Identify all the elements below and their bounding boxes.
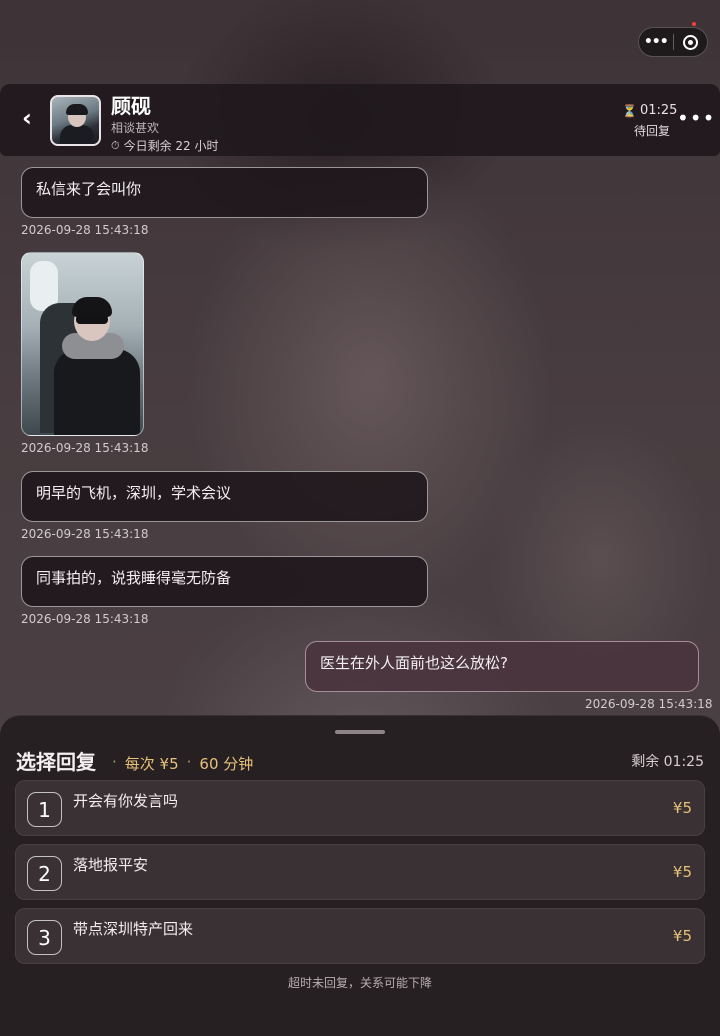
option-number: 2 xyxy=(27,856,62,891)
reply-cost: 每次 ¥5 xyxy=(124,755,179,773)
time-remaining: ⏱ 今日剩余 22 小时 xyxy=(111,137,219,154)
stopwatch-icon: ⏱ xyxy=(111,138,120,152)
message-timestamp: 2026-09-28 15:43:18 xyxy=(21,223,149,237)
message-timestamp: 2026-09-28 15:43:18 xyxy=(21,527,149,541)
sheet-title: 选择回复 xyxy=(16,750,96,774)
option-number: 3 xyxy=(27,920,62,955)
target-icon xyxy=(682,34,698,50)
reply-option-1[interactable]: 1 开会有你发言吗 ¥5 xyxy=(15,780,705,836)
message-bubble[interactable]: 私信来了会叫你 xyxy=(21,167,428,218)
option-price: ¥5 xyxy=(672,927,692,945)
reply-duration: 60 分钟 xyxy=(199,755,254,773)
message-photo[interactable] xyxy=(21,252,144,436)
option-price: ¥5 xyxy=(672,799,692,817)
more-button[interactable]: ••• xyxy=(677,108,715,128)
back-button[interactable]: ‹ xyxy=(22,106,32,130)
reply-cost-info: · 每次 ¥5 · 60 分钟 xyxy=(112,753,253,774)
reply-timer: ⏳ 01:25 xyxy=(622,103,677,118)
sheet-drag-handle[interactable] xyxy=(335,730,385,734)
mini-program-capsule: ••• xyxy=(638,22,708,57)
message-bubble[interactable]: 同事拍的，说我睡得毫无防备 xyxy=(21,556,428,607)
sheet-remaining-time: 剩余 01:25 xyxy=(631,754,704,770)
message-timestamp: 2026-09-28 15:43:18 xyxy=(21,612,149,626)
message-bubble[interactable]: 明早的飞机，深圳，学术会议 xyxy=(21,471,428,522)
message-timestamp: 2026-09-28 15:43:18 xyxy=(21,441,149,455)
option-text: 落地报平安 xyxy=(73,856,149,874)
reply-timer-value: 01:25 xyxy=(639,103,678,118)
time-remaining-label: 今日剩余 22 小时 xyxy=(123,139,219,153)
capsule-close-button[interactable] xyxy=(673,34,707,50)
relation-status: 相谈甚欢 xyxy=(111,121,160,135)
chat-header: ‹ 顾砚 相谈甚欢 ⏱ 今日剩余 22 小时 ⏳ 01:25 待回复 ••• xyxy=(0,84,720,156)
option-number: 1 xyxy=(27,792,62,827)
separator-dot: · xyxy=(186,753,192,771)
reply-sheet: 选择回复 · 每次 ¥5 · 60 分钟 剩余 01:25 1 开会有你发言吗 … xyxy=(0,715,720,1036)
contact-name: 顾砚 xyxy=(111,94,151,118)
avatar[interactable] xyxy=(50,95,101,146)
notification-dot xyxy=(692,22,696,26)
reply-option-2[interactable]: 2 落地报平安 ¥5 xyxy=(15,844,705,900)
option-price: ¥5 xyxy=(672,863,692,881)
hourglass-icon: ⏳ xyxy=(622,103,637,118)
option-text: 带点深圳特产回来 xyxy=(73,920,194,938)
separator-dot: · xyxy=(112,753,117,771)
option-text: 开会有你发言吗 xyxy=(73,792,179,810)
timeout-warning: 超时未回复，关系可能下降 xyxy=(287,976,432,990)
my-message-bubble[interactable]: 医生在外人面前也这么放松? xyxy=(305,641,699,692)
reply-option-3[interactable]: 3 带点深圳特产回来 ¥5 xyxy=(15,908,705,964)
reply-status: 待回复 xyxy=(634,124,671,138)
message-timestamp: 2026-09-28 15:43:18 xyxy=(585,697,713,711)
capsule-more-button[interactable]: ••• xyxy=(639,34,673,50)
